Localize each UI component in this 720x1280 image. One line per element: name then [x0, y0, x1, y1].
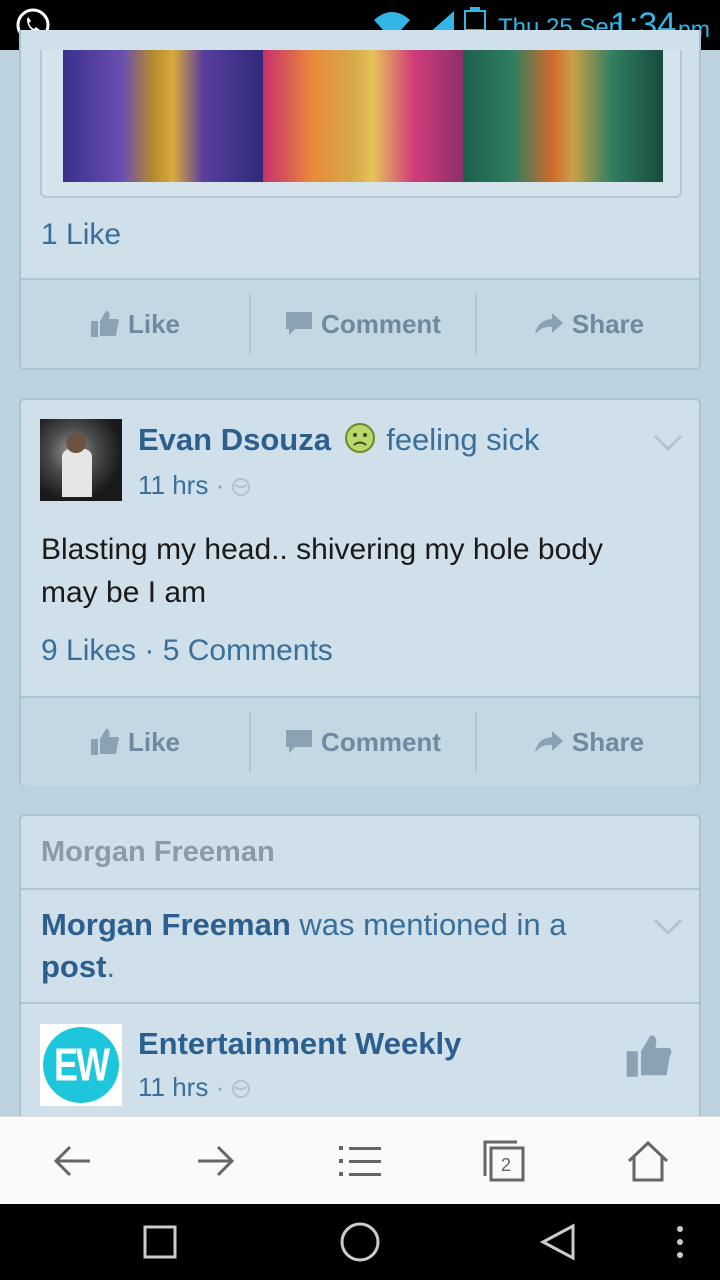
like-count[interactable]: 1 Like — [41, 218, 121, 252]
arrow-left-icon — [53, 1145, 90, 1177]
like-label: Like — [127, 726, 181, 757]
post-card-photo: 1 Like Like Comment Share — [19, 30, 701, 370]
globe-icon — [232, 1080, 251, 1098]
sick-face-icon — [344, 423, 375, 453]
post-link[interactable]: post — [41, 949, 106, 984]
share-icon — [534, 313, 563, 335]
avatar[interactable] — [40, 419, 122, 501]
thumbs-up-icon — [90, 311, 119, 337]
like-button[interactable]: Like — [21, 280, 249, 368]
mention-text: Morgan Freeman was mentioned in a post. — [41, 907, 567, 984]
forward-button[interactable] — [190, 1135, 242, 1187]
comment-icon — [286, 312, 313, 335]
home-button[interactable] — [622, 1135, 674, 1187]
share-label: Share — [571, 726, 645, 757]
more-vertical-icon — [677, 1226, 683, 1258]
feeling-text[interactable]: feeling sick — [386, 422, 539, 457]
post-actions: Like Comment Share — [21, 280, 699, 368]
page-like-icon[interactable] — [625, 1032, 673, 1080]
recent-apps-button[interactable] — [136, 1218, 184, 1266]
post-time[interactable]: 11 hrs — [138, 470, 208, 500]
comment-icon — [286, 730, 313, 753]
tabs-button[interactable]: 2 — [478, 1135, 530, 1187]
list-menu-icon — [339, 1146, 381, 1176]
comment-button[interactable]: Comment — [251, 698, 475, 786]
shared-photo[interactable] — [63, 50, 663, 182]
back-nav-button[interactable] — [534, 1218, 582, 1266]
like-count[interactable]: 9 Likes — [41, 634, 136, 667]
globe-icon — [232, 478, 251, 496]
tab-count: 2 — [501, 1155, 512, 1175]
mentioned-person-link[interactable]: Morgan Freeman — [41, 907, 291, 942]
menu-button[interactable] — [334, 1135, 386, 1187]
comment-label: Comment — [321, 308, 441, 339]
engagement-summary: 9 Likes · 5 Comments — [41, 634, 333, 667]
circle-icon — [340, 1222, 380, 1262]
post-card-status: Evan Dsouza feeling sick 11 hrs · Blasti… — [19, 398, 701, 786]
author-name[interactable]: Evan Dsouza — [138, 422, 331, 457]
logo-text: EW — [54, 1037, 110, 1091]
share-icon — [534, 731, 563, 753]
triangle-back-icon — [540, 1223, 575, 1261]
comment-label: Comment — [321, 726, 441, 757]
post-time[interactable]: 11 hrs — [138, 1072, 208, 1102]
card-header: Morgan Freeman — [41, 836, 275, 868]
chevron-down-icon[interactable] — [653, 434, 683, 452]
share-button[interactable]: Share — [477, 698, 701, 786]
comment-count[interactable]: 5 Comments — [163, 634, 333, 667]
post-actions: Like Comment Share — [21, 698, 699, 786]
page-name[interactable]: Entertainment Weekly — [138, 1026, 461, 1062]
post-meta: 11 hrs · — [138, 470, 251, 501]
back-button[interactable] — [46, 1135, 98, 1187]
like-label: Like — [127, 308, 181, 339]
thumbs-up-icon — [90, 729, 119, 755]
post-text: Blasting my head.. shivering my hole bod… — [41, 533, 603, 609]
home-nav-button[interactable] — [336, 1218, 384, 1266]
share-button[interactable]: Share — [477, 280, 701, 368]
chevron-down-icon[interactable] — [653, 918, 683, 936]
overflow-menu-button[interactable] — [656, 1218, 704, 1266]
browser-toolbar: 2 — [0, 1116, 720, 1204]
system-navigation-bar — [0, 1204, 720, 1280]
post-header: Evan Dsouza feeling sick — [138, 422, 540, 458]
like-button[interactable]: Like — [21, 698, 249, 786]
square-icon — [143, 1225, 177, 1259]
comment-button[interactable]: Comment — [251, 280, 475, 368]
post-meta: 11 hrs · — [138, 1072, 251, 1103]
page-logo[interactable]: EW — [40, 1024, 122, 1106]
post-card-mention: Morgan Freeman Morgan Freeman was mentio… — [19, 814, 701, 1134]
arrow-right-icon — [198, 1145, 235, 1177]
home-icon — [627, 1140, 669, 1182]
shared-photo-frame[interactable] — [40, 50, 682, 198]
share-label: Share — [571, 308, 645, 339]
